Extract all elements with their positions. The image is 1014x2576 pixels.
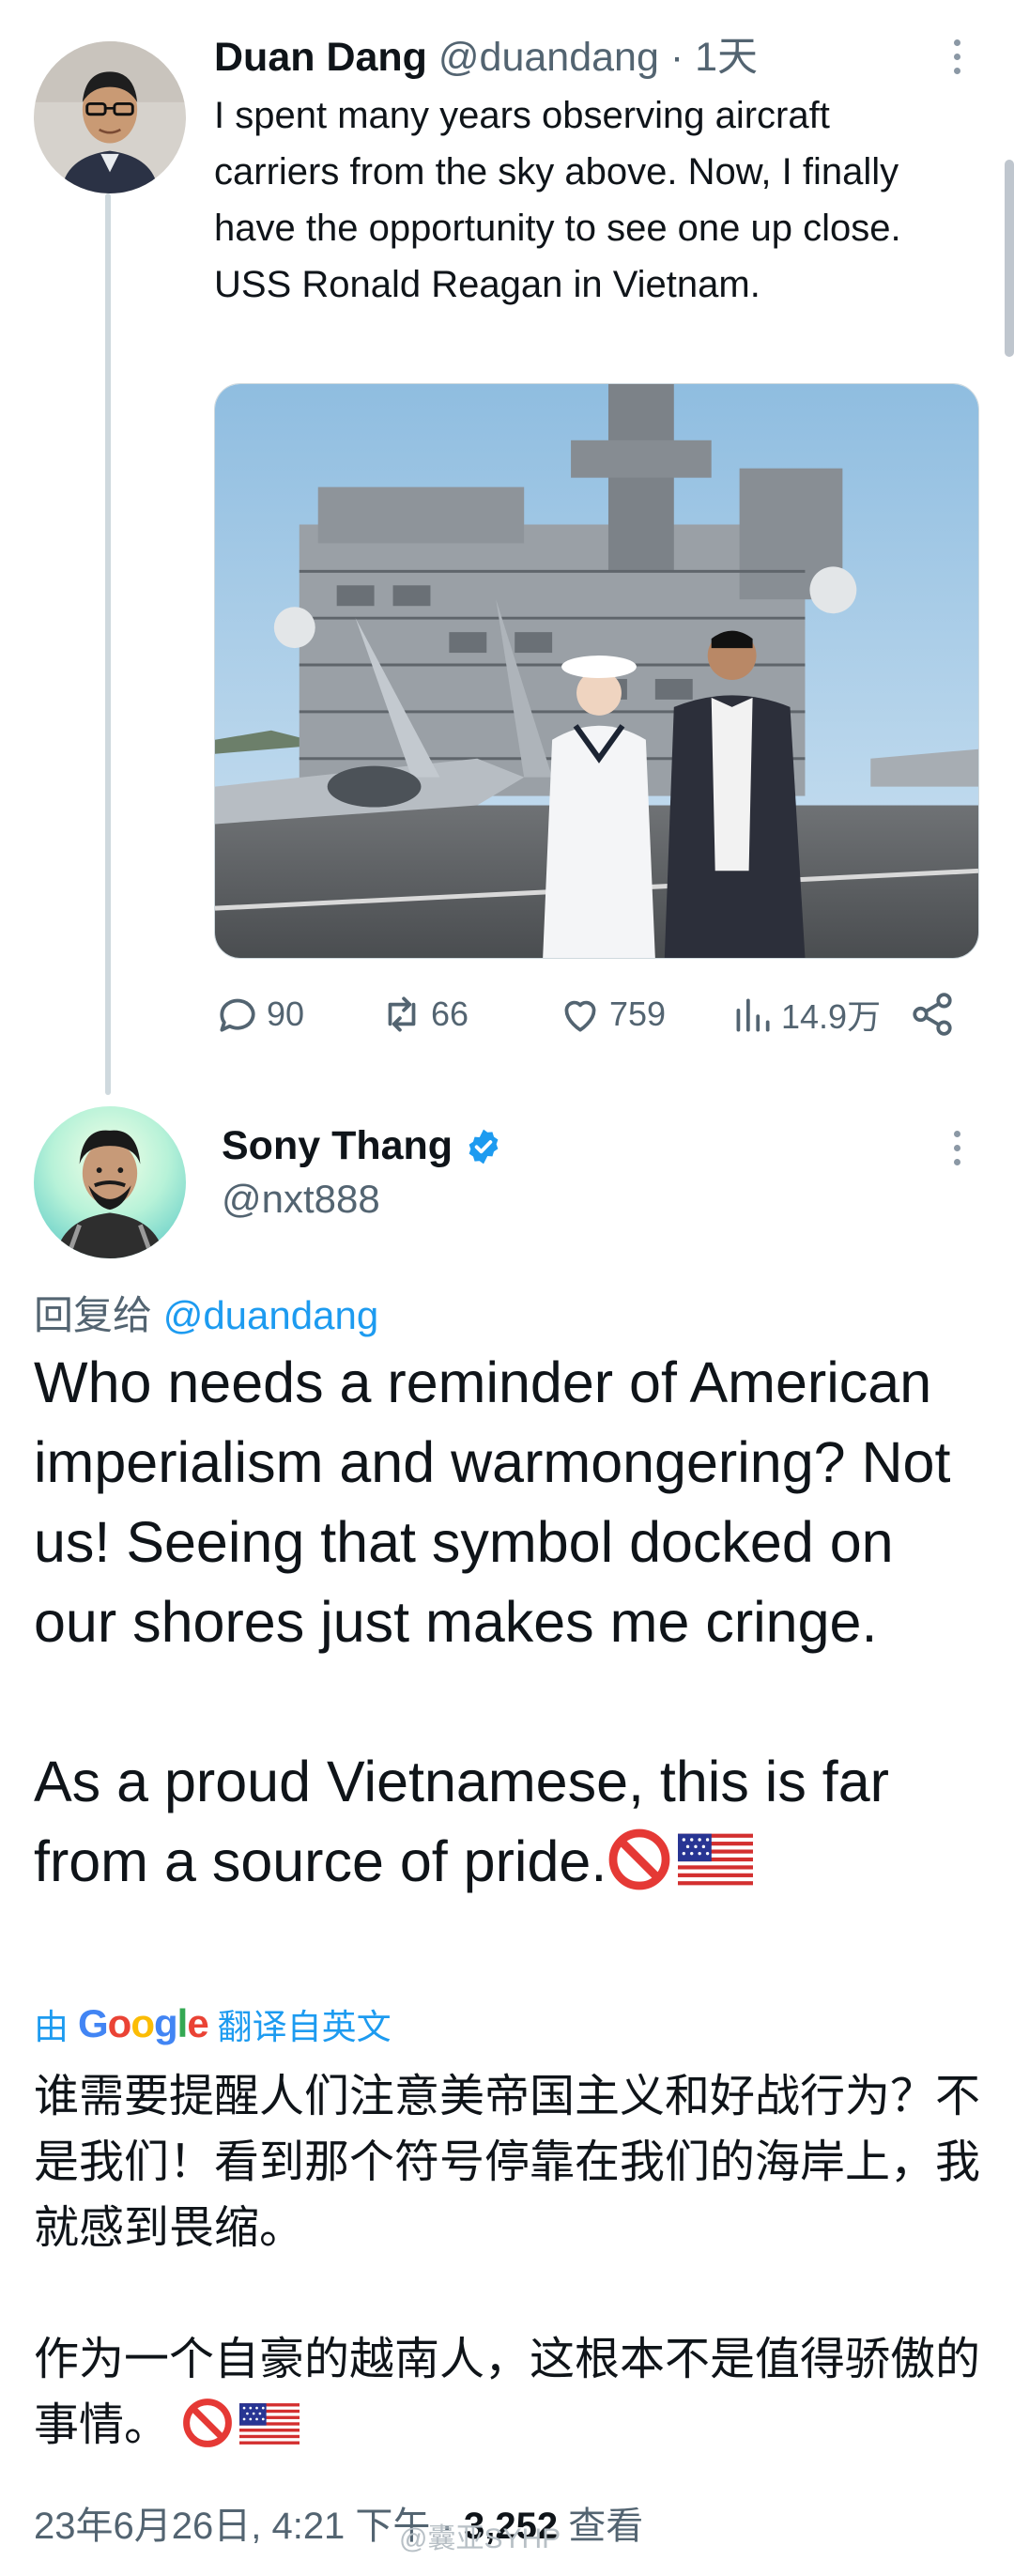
reply-button[interactable]: 90: [214, 981, 304, 1047]
tweet2-datetime[interactable]: 23年6月26日, 4:21 下午 ·: [34, 2506, 453, 2547]
watermark: @囊亚SYHP: [399, 2523, 561, 2554]
reply-mention-link[interactable]: @duandang: [163, 1293, 379, 1337]
tweet1-more-menu[interactable]: [938, 28, 976, 85]
retweet-arrows-icon: [388, 996, 416, 1032]
more-vertical-icon: [953, 39, 960, 46]
verified-badge-icon: [469, 1129, 499, 1164]
tweet2-view-label: 查看: [568, 2506, 644, 2547]
reply-context: 回复给 @duandang: [34, 1284, 378, 1341]
scrollbar[interactable]: [1005, 160, 1014, 357]
tweet2-paragraph-2: As a proud Vietnamese, this is far from …: [34, 1750, 889, 1893]
tweet1-text: I spent many years observing aircraft ca…: [214, 95, 901, 305]
tweet2-author-name[interactable]: Sony Thang: [222, 1123, 453, 1169]
reply-count: 90: [267, 995, 305, 1033]
views-button[interactable]: 14.9万: [729, 981, 881, 1047]
tweet1-header: Duan Dang @duandang · 1天: [214, 28, 758, 86]
translation-paragraph-2-row: 作为一个自豪的越南人，这根本不是值得骄傲的事情。: [34, 2327, 982, 2459]
tweet1-author-handle[interactable]: @duandang: [438, 35, 659, 80]
no-entry-emoji-icon: [183, 2399, 233, 2447]
translate-prefix: 由: [34, 2008, 69, 2046]
tweet2-author-handle[interactable]: @nxt888: [222, 1177, 380, 1222]
avatar-portrait-icon: [34, 41, 186, 193]
view-count: 14.9万: [781, 997, 882, 1036]
tweet2-translation: 谁需要提醒人们注意美帝国主义和好战行为？不是我们！看到那个符号停靠在我们的海岸上…: [34, 2064, 982, 2459]
avatar-portrait-icon: [34, 1106, 186, 1258]
like-button[interactable]: 759: [557, 981, 666, 1047]
share-icon: [913, 993, 952, 1036]
more-vertical-icon: [953, 1130, 960, 1137]
translation-paragraph-2: 作为一个自豪的越南人，这根本不是值得骄傲的事情。: [34, 2335, 981, 2450]
bar-chart-icon: [736, 998, 770, 1032]
tweet2-author-name-row: Sony Thang: [222, 1123, 503, 1169]
tweet2-text: Who needs a reminder of American imperia…: [34, 1343, 982, 1902]
tweet1-author-name[interactable]: Duan Dang: [214, 35, 427, 80]
us-flag-emoji-icon: [239, 2403, 300, 2445]
retweet-count: 66: [431, 995, 469, 1033]
tweet1-timestamp[interactable]: · 1天: [670, 35, 758, 80]
aircraft-carrier-photo-icon: [215, 384, 978, 958]
avatar-sony-thang[interactable]: [34, 1106, 186, 1258]
thread-connector-line: [105, 193, 111, 1095]
tweet1-photo[interactable]: [214, 383, 979, 959]
retweet-button[interactable]: 66: [378, 981, 469, 1047]
tweet2-paragraph-1: Who needs a reminder of American imperia…: [34, 1350, 951, 1654]
tweet2-more-menu[interactable]: [938, 1119, 976, 1176]
like-count: 759: [609, 995, 667, 1033]
google-logo: Google: [78, 2001, 209, 2045]
heart-icon: [564, 1000, 596, 1032]
reply-prefix: 回复给: [34, 1293, 153, 1337]
tweet2-paragraph-2-row: As a proud Vietnamese, this is far from …: [34, 1742, 982, 1902]
speech-bubble-icon: [220, 998, 255, 1032]
avatar-duan-dang[interactable]: [34, 41, 186, 193]
no-entry-emoji-icon: [608, 1828, 670, 1890]
tweet1-action-bar: 90 66 759 14.9万: [214, 981, 965, 1047]
us-flag-emoji-icon: [678, 1833, 754, 1886]
translation-paragraph-1: 谁需要提醒人们注意美帝国主义和好战行为？不是我们！看到那个符号停靠在我们的海岸上…: [34, 2072, 981, 2253]
translate-suffix: 翻译自英文: [217, 2008, 392, 2046]
share-button[interactable]: [909, 981, 956, 1047]
translation-attribution[interactable]: 由 Google 翻译自英文: [34, 1998, 392, 2049]
